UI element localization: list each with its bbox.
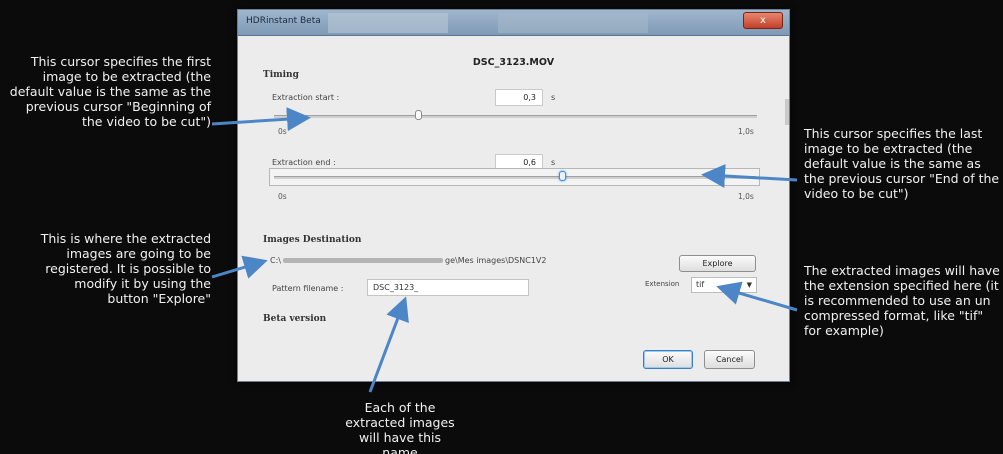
background-blur bbox=[328, 13, 448, 33]
dialog-client: DSC_3123.MOV Timing Extraction start : 0… bbox=[238, 37, 789, 381]
close-button[interactable]: x bbox=[743, 12, 783, 29]
extraction-start-thumb[interactable] bbox=[414, 110, 422, 120]
extension-value: tif bbox=[696, 280, 705, 289]
extraction-start-unit: s bbox=[551, 93, 556, 102]
start-slider-min: 0s bbox=[278, 127, 287, 136]
extraction-dialog: HDRinstant Beta x DSC_3123.MOV Timing Ex… bbox=[237, 9, 790, 382]
background-blur bbox=[498, 13, 648, 33]
end-slider-max: 1,0s bbox=[738, 192, 754, 201]
destination-section-title: Images Destination bbox=[263, 235, 362, 245]
timing-section-title: Timing bbox=[263, 70, 299, 80]
extraction-end-unit: s bbox=[551, 158, 556, 167]
cancel-button[interactable]: Cancel bbox=[704, 350, 755, 369]
extraction-start-input[interactable]: 0,3 bbox=[495, 89, 543, 106]
extension-label: Extension bbox=[645, 280, 680, 288]
extraction-start-slider[interactable] bbox=[274, 110, 757, 120]
pattern-filename-label: Pattern filename : bbox=[272, 284, 344, 293]
extraction-end-thumb[interactable] bbox=[558, 171, 566, 181]
video-filename: DSC_3123.MOV bbox=[472, 57, 555, 68]
end-slider-min: 0s bbox=[278, 192, 287, 201]
annotation-extension: The extracted images will have the exten… bbox=[804, 263, 1000, 338]
ok-button[interactable]: OK bbox=[643, 350, 693, 369]
extraction-end-label: Extraction end : bbox=[272, 158, 336, 167]
path-redacted bbox=[283, 258, 443, 263]
screenshot-stage: This cursor specifies the first image to… bbox=[0, 0, 1003, 454]
annotation-destination: This is where the extracted images are g… bbox=[40, 231, 211, 306]
explore-button[interactable]: Explore bbox=[679, 255, 756, 272]
start-slider-max: 1,0s bbox=[738, 127, 754, 136]
beta-version-label: Beta version bbox=[263, 314, 327, 324]
destination-path-suffix: ge\Mes images\DSNC1V2 bbox=[445, 256, 547, 265]
extension-select[interactable]: tif ▼ bbox=[691, 277, 757, 293]
annotation-last-image: This cursor specifies the last image to … bbox=[804, 126, 1000, 201]
path-prefix: C:\ bbox=[270, 256, 281, 265]
extraction-end-slider[interactable] bbox=[274, 171, 755, 181]
annotation-first-image: This cursor specifies the first image to… bbox=[9, 54, 211, 129]
chevron-down-icon: ▼ bbox=[746, 281, 752, 289]
window-title: HDRinstant Beta bbox=[246, 16, 321, 26]
annotation-filename: Each of the extracted images will have t… bbox=[345, 400, 455, 454]
title-bar[interactable]: HDRinstant Beta x bbox=[238, 10, 789, 36]
extraction-end-slider-frame bbox=[269, 168, 760, 186]
scrollbar-thumb[interactable] bbox=[785, 99, 789, 125]
extraction-start-label: Extraction start : bbox=[272, 93, 340, 102]
pattern-filename-input[interactable]: DSC_3123_ bbox=[367, 279, 529, 296]
